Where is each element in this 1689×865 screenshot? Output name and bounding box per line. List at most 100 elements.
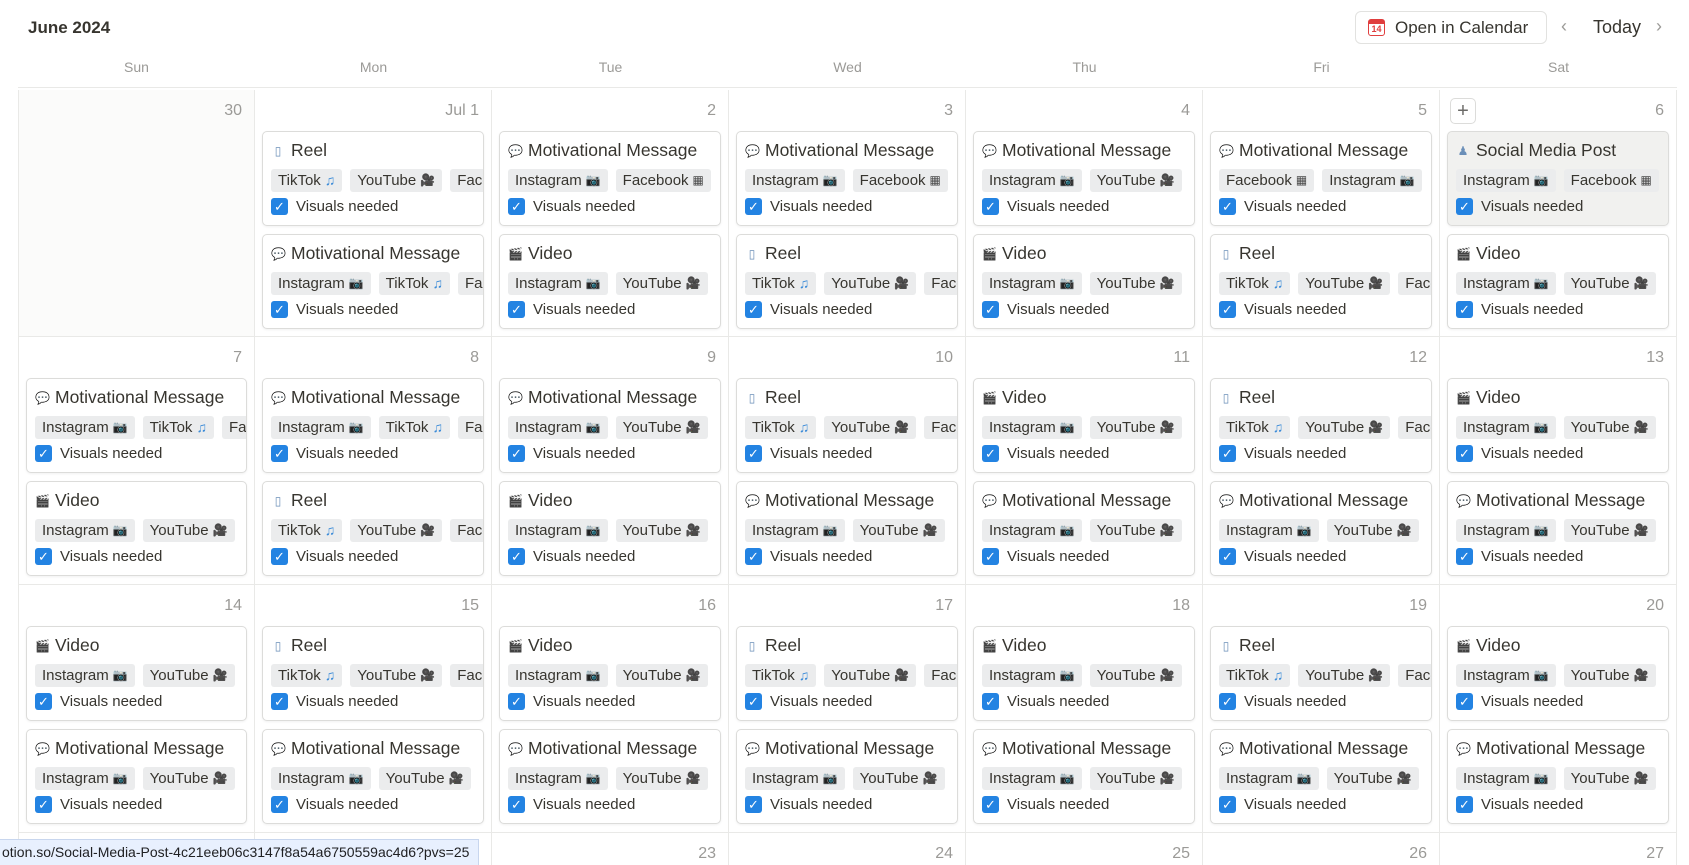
- visuals-needed-checkbox[interactable]: ✓: [745, 445, 762, 462]
- visuals-needed-checkbox[interactable]: ✓: [508, 445, 525, 462]
- day-cell[interactable]: 5 💬 Motivational Message Facebook ▦ Instagram…: [1203, 90, 1440, 337]
- visuals-needed-checkbox[interactable]: ✓: [745, 548, 762, 565]
- visuals-needed-checkbox[interactable]: ✓: [1456, 693, 1473, 710]
- day-cell[interactable]: 11 🎬 Video Instagram 📷 YouTube 🎥 ✓ Visuals neede…: [966, 337, 1203, 585]
- event-card[interactable]: 💬 Motivational Message Instagram 📷 TikTok ♫ Fa…: [26, 378, 247, 473]
- visuals-needed-checkbox[interactable]: ✓: [1456, 796, 1473, 813]
- today-button[interactable]: Today: [1593, 17, 1641, 38]
- chevron-left-icon[interactable]: ‹: [1561, 16, 1567, 37]
- visuals-needed-checkbox[interactable]: ✓: [982, 548, 999, 565]
- event-card[interactable]: 💬 Motivational Message Instagram 📷 YouTube 🎥 ✓…: [499, 378, 721, 473]
- visuals-needed-checkbox[interactable]: ✓: [1456, 445, 1473, 462]
- event-card[interactable]: 💬 Motivational Message Instagram 📷 YouTube 🎥 ✓…: [1447, 729, 1669, 824]
- visuals-needed-checkbox[interactable]: ✓: [271, 198, 288, 215]
- visuals-needed-checkbox[interactable]: ✓: [35, 796, 52, 813]
- visuals-needed-checkbox[interactable]: ✓: [271, 548, 288, 565]
- day-cell[interactable]: 2 💬 Motivational Message Instagram 📷 Facebook…: [492, 90, 729, 337]
- event-card[interactable]: 💬 Motivational Message Instagram 📷 YouTube 🎥 ✓…: [1447, 481, 1669, 576]
- day-cell[interactable]: 3 💬 Motivational Message Instagram 📷 Facebook…: [729, 90, 966, 337]
- event-card[interactable]: 💬 Motivational Message Instagram 📷 YouTube 🎥 ✓…: [499, 729, 721, 824]
- visuals-needed-checkbox[interactable]: ✓: [982, 198, 999, 215]
- event-card[interactable]: 💬 Motivational Message Instagram 📷 YouTube 🎥 ✓…: [973, 729, 1195, 824]
- visuals-needed-checkbox[interactable]: ✓: [508, 301, 525, 318]
- day-cell[interactable]: +6 ♟ Social Media Post Instagram 📷 Facebook ▦ ✓…: [1440, 90, 1677, 337]
- visuals-needed-checkbox[interactable]: ✓: [1219, 693, 1236, 710]
- visuals-needed-checkbox[interactable]: ✓: [982, 796, 999, 813]
- visuals-needed-checkbox[interactable]: ✓: [1456, 198, 1473, 215]
- visuals-needed-checkbox[interactable]: ✓: [508, 693, 525, 710]
- event-card[interactable]: ▯ Reel TikTok♫ YouTube🎥 Facebook▦ ✓ Visuals ne…: [736, 626, 958, 721]
- day-cell[interactable]: 9 💬 Motivational Message Instagram 📷 YouTube 🎥…: [492, 337, 729, 585]
- event-card[interactable]: ▯ Reel TikTok♫ YouTube🎥 Facebook▦ ✓ Visuals ne…: [736, 234, 958, 329]
- day-cell[interactable]: 30: [18, 90, 255, 337]
- chevron-right-icon[interactable]: ›: [1656, 16, 1662, 37]
- visuals-needed-checkbox[interactable]: ✓: [745, 198, 762, 215]
- visuals-needed-checkbox[interactable]: ✓: [508, 548, 525, 565]
- event-card[interactable]: 🎬 Video Instagram 📷 YouTube 🎥 ✓ Visuals needed: [1447, 626, 1669, 721]
- event-card[interactable]: ▯ Reel TikTok♫ YouTube🎥 Facebook▦ ✓ Visuals ne…: [1210, 378, 1432, 473]
- visuals-needed-checkbox[interactable]: ✓: [1456, 548, 1473, 565]
- event-card[interactable]: 💬 Motivational Message Facebook ▦ Instagram 📷…: [1210, 131, 1432, 226]
- visuals-needed-checkbox[interactable]: ✓: [271, 445, 288, 462]
- day-cell[interactable]: Jul 1▯ReelTikTok♫YouTube🎥Facebook▦✓Visua…: [255, 90, 492, 337]
- visuals-needed-checkbox[interactable]: ✓: [508, 796, 525, 813]
- visuals-needed-checkbox[interactable]: ✓: [271, 301, 288, 318]
- visuals-needed-checkbox[interactable]: ✓: [1219, 198, 1236, 215]
- day-cell[interactable]: 12▯ReelTikTok♫YouTube🎥Facebook▦✓Visuals …: [1203, 337, 1440, 585]
- visuals-needed-checkbox[interactable]: ✓: [35, 693, 52, 710]
- visuals-needed-checkbox[interactable]: ✓: [982, 693, 999, 710]
- event-card[interactable]: 🎬 Video Instagram 📷 YouTube 🎥 ✓ Visuals needed: [973, 234, 1195, 329]
- visuals-needed-checkbox[interactable]: ✓: [1219, 796, 1236, 813]
- event-card[interactable]: 🎬 Video Instagram 📷 YouTube 🎥 ✓ Visuals needed: [499, 234, 721, 329]
- visuals-needed-checkbox[interactable]: ✓: [982, 445, 999, 462]
- visuals-needed-checkbox[interactable]: ✓: [745, 796, 762, 813]
- event-card[interactable]: 💬 Motivational Message Instagram 📷 YouTube 🎥 ✓…: [26, 729, 247, 824]
- day-cell[interactable]: 23: [492, 833, 729, 865]
- day-cell[interactable]: 20 🎬 Video Instagram 📷 YouTube 🎥 ✓ Visuals neede…: [1440, 585, 1677, 833]
- visuals-needed-checkbox[interactable]: ✓: [1219, 445, 1236, 462]
- open-in-calendar-button[interactable]: 14 Open in Calendar: [1355, 11, 1547, 44]
- event-card[interactable]: 💬 Motivational Message Instagram 📷 YouTube 🎥 ✓…: [1210, 729, 1432, 824]
- visuals-needed-checkbox[interactable]: ✓: [745, 693, 762, 710]
- day-cell[interactable]: 8 💬 Motivational Message Instagram 📷 TikTok ♫ F…: [255, 337, 492, 585]
- day-cell[interactable]: 7 💬 Motivational Message Instagram 📷 TikTok ♫ F…: [18, 337, 255, 585]
- event-card[interactable]: 🎬 Video Instagram 📷 YouTube 🎥 ✓ Visuals needed: [26, 481, 247, 576]
- day-cell[interactable]: 17▯ReelTikTok♫YouTube🎥Facebook▦✓Visuals …: [729, 585, 966, 833]
- event-card[interactable]: ▯ Reel TikTok♫ YouTube🎥 Facebook▦ ✓ Visuals ne…: [262, 131, 484, 226]
- event-card[interactable]: 🎬 Video Instagram 📷 YouTube 🎥 ✓ Visuals needed: [973, 378, 1195, 473]
- event-card[interactable]: 🎬 Video Instagram 📷 YouTube 🎥 ✓ Visuals needed: [1447, 234, 1669, 329]
- event-card[interactable]: ▯ Reel TikTok♫ YouTube🎥 Facebook▦ ✓ Visuals ne…: [736, 378, 958, 473]
- visuals-needed-checkbox[interactable]: ✓: [508, 198, 525, 215]
- visuals-needed-checkbox[interactable]: ✓: [982, 301, 999, 318]
- visuals-needed-checkbox[interactable]: ✓: [1456, 301, 1473, 318]
- event-card[interactable]: ▯ Reel TikTok♫ YouTube🎥 Facebook▦ ✓ Visuals ne…: [1210, 234, 1432, 329]
- event-card[interactable]: ♟ Social Media Post Instagram 📷 Facebook ▦ ✓ Vi…: [1447, 131, 1669, 226]
- event-card[interactable]: 🎬 Video Instagram 📷 YouTube 🎥 ✓ Visuals needed: [973, 626, 1195, 721]
- event-card[interactable]: 💬 Motivational Message Instagram 📷 Facebook ▦…: [499, 131, 721, 226]
- event-card[interactable]: 🎬 Video Instagram 📷 YouTube 🎥 ✓ Visuals needed: [26, 626, 247, 721]
- visuals-needed-checkbox[interactable]: ✓: [1219, 548, 1236, 565]
- visuals-needed-checkbox[interactable]: ✓: [1219, 301, 1236, 318]
- event-card[interactable]: 💬 Motivational Message Instagram 📷 YouTube 🎥 ✓…: [973, 131, 1195, 226]
- day-cell[interactable]: 13 🎬 Video Instagram 📷 YouTube 🎥 ✓ Visuals neede…: [1440, 337, 1677, 585]
- day-cell[interactable]: 14 🎬 Video Instagram 📷 YouTube 🎥 ✓ Visuals neede…: [18, 585, 255, 833]
- day-cell[interactable]: 26: [1203, 833, 1440, 865]
- event-card[interactable]: 💬 Motivational Message Instagram 📷 YouTube 🎥 ✓…: [262, 729, 484, 824]
- event-card[interactable]: 💬 Motivational Message Instagram 📷 YouTube 🎥 ✓…: [973, 481, 1195, 576]
- day-cell[interactable]: 27: [1440, 833, 1677, 865]
- day-cell[interactable]: 24: [729, 833, 966, 865]
- event-card[interactable]: 🎬 Video Instagram 📷 YouTube 🎥 ✓ Visuals needed: [499, 626, 721, 721]
- visuals-needed-checkbox[interactable]: ✓: [745, 301, 762, 318]
- day-cell[interactable]: 16 🎬 Video Instagram 📷 YouTube 🎥 ✓ Visuals neede…: [492, 585, 729, 833]
- event-card[interactable]: 🎬 Video Instagram 📷 YouTube 🎥 ✓ Visuals needed: [499, 481, 721, 576]
- event-card[interactable]: 💬 Motivational Message Instagram 📷 YouTube 🎥 ✓…: [1210, 481, 1432, 576]
- visuals-needed-checkbox[interactable]: ✓: [35, 548, 52, 565]
- event-card[interactable]: 💬 Motivational Message Instagram 📷 TikTok ♫ Fa…: [262, 234, 484, 329]
- event-card[interactable]: 💬 Motivational Message Instagram 📷 YouTube 🎥 ✓…: [736, 729, 958, 824]
- event-card[interactable]: 💬 Motivational Message Instagram 📷 YouTube 🎥 ✓…: [736, 481, 958, 576]
- event-card[interactable]: 💬 Motivational Message Instagram 📷 Facebook ▦…: [736, 131, 958, 226]
- event-card[interactable]: 🎬 Video Instagram 📷 YouTube 🎥 ✓ Visuals needed: [1447, 378, 1669, 473]
- day-cell[interactable]: 18 🎬 Video Instagram 📷 YouTube 🎥 ✓ Visuals neede…: [966, 585, 1203, 833]
- day-cell[interactable]: 15▯ReelTikTok♫YouTube🎥Facebook▦✓Visuals …: [255, 585, 492, 833]
- visuals-needed-checkbox[interactable]: ✓: [35, 445, 52, 462]
